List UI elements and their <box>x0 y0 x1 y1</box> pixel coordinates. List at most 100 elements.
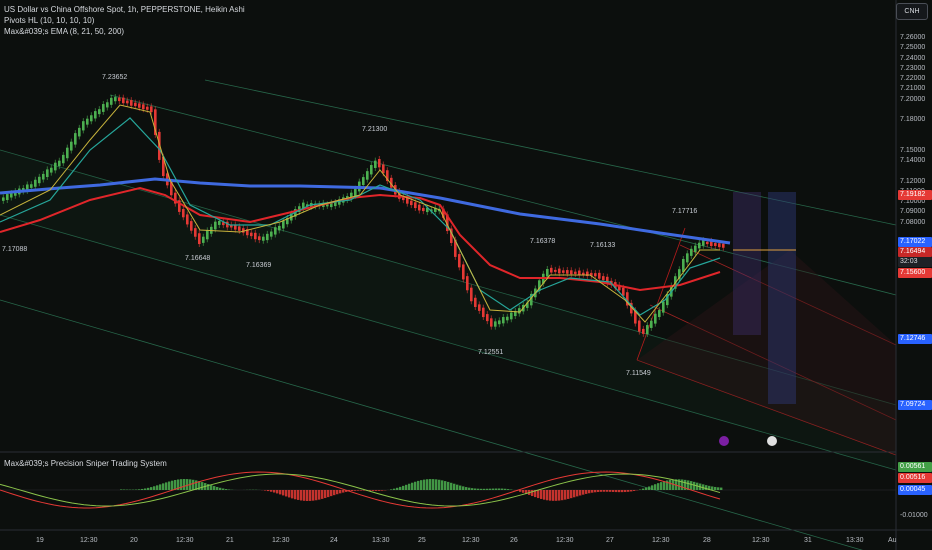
candle-body <box>86 118 89 125</box>
oscillator-bar <box>504 488 507 490</box>
oscillator-bar <box>279 490 282 495</box>
oscillator-bar <box>300 490 303 501</box>
oscillator-bar <box>153 486 156 490</box>
oscillator-bar <box>264 490 267 491</box>
time-axis-label: 13:30 <box>846 537 864 544</box>
oscillator-bar <box>564 490 567 500</box>
candle-body <box>518 308 521 314</box>
candle-body <box>602 276 605 281</box>
oscillator-axis-label: -0.01000 <box>900 512 928 519</box>
time-axis-label: 13:30 <box>372 537 390 544</box>
oscillator-bar <box>192 479 195 490</box>
currency-button[interactable]: CNH <box>896 3 928 20</box>
oscillator-bar <box>522 490 525 493</box>
oscillator-bar <box>120 489 123 490</box>
pivot-label: 7.21300 <box>362 126 388 133</box>
oscillator-bar <box>579 490 582 496</box>
candle-body <box>126 100 129 104</box>
oscillator-bar <box>480 488 483 490</box>
candle-body <box>46 169 49 178</box>
candle-body <box>250 232 253 237</box>
oscillator-bar <box>318 490 321 500</box>
time-axis-label: 20 <box>130 537 138 544</box>
oscillator-bar <box>282 490 285 496</box>
candle-body <box>354 188 357 196</box>
oscillator-bar <box>576 490 579 497</box>
candle-body <box>722 243 725 248</box>
candle-body <box>486 314 489 322</box>
candle-body <box>694 245 697 253</box>
oscillator-bar <box>378 490 381 491</box>
candle-body <box>622 287 625 296</box>
ema-indicator-legend[interactable]: Max&#039;s EMA (8, 21, 50, 200) <box>4 26 245 37</box>
oscillator-bar <box>561 490 564 501</box>
price-tag: 7.19182 <box>898 190 932 200</box>
time-axis-label: 12:30 <box>462 537 480 544</box>
oscillator-bar <box>471 488 474 490</box>
oscillator-bar <box>558 490 561 501</box>
oscillator-bar <box>267 490 270 492</box>
candle-body <box>54 162 57 171</box>
oscillator-bar <box>336 490 339 495</box>
pivots-indicator-legend[interactable]: Pivots HL (10, 10, 10, 10) <box>4 15 245 26</box>
price-tag: 32:03 <box>898 257 932 267</box>
oscillator-bar <box>477 488 480 490</box>
oscillator-tag: 0.00045 <box>898 485 932 495</box>
candle-body <box>554 269 557 272</box>
us-flag-event-icon <box>767 436 777 446</box>
oscillator-bar <box>291 490 294 499</box>
candle-body <box>422 207 425 212</box>
symbol-legend[interactable]: US Dollar vs China Offshore Spot, 1h, PE… <box>4 4 245 15</box>
oscillator-bar <box>654 484 657 490</box>
oscillator-bar <box>660 482 663 490</box>
oscillator-bar <box>648 486 651 490</box>
oscillator-bar <box>138 489 141 490</box>
candle-body <box>478 304 481 311</box>
candle-body <box>646 325 649 335</box>
oscillator-legend[interactable]: Max&#039;s Precision Sniper Trading Syst… <box>4 459 167 468</box>
oscillator-bar <box>342 490 345 493</box>
pivot-label: 7.11549 <box>626 370 651 377</box>
price-axis-label: 7.08000 <box>900 218 926 226</box>
oscillator-bar <box>429 479 432 490</box>
candle-body <box>482 307 485 318</box>
pivot-label: 7.16369 <box>246 262 272 269</box>
price-tag: 7.09724 <box>898 400 932 410</box>
oscillator-bar <box>168 481 171 490</box>
candle-body <box>362 177 365 186</box>
candle-body <box>198 233 201 245</box>
time-axis-label: 28 <box>703 537 711 544</box>
candle-body <box>642 328 645 334</box>
candle-body <box>114 97 117 102</box>
oscillator-bar <box>408 483 411 490</box>
oscillator-bar <box>633 490 636 491</box>
oscillator-bar <box>642 488 645 490</box>
oscillator-bar <box>201 482 204 490</box>
candle-body <box>566 270 569 274</box>
candle-body <box>414 202 417 209</box>
time-axis-label: Au <box>888 537 897 544</box>
oscillator-bar <box>402 485 405 490</box>
oscillator-bar <box>474 488 477 490</box>
candle-body <box>214 221 217 230</box>
oscillator-bar <box>621 490 624 493</box>
candle-body <box>462 264 465 280</box>
candle-body <box>30 184 33 188</box>
oscillator-bar <box>597 490 600 492</box>
candle-body <box>506 316 509 321</box>
oscillator-bar <box>450 482 453 490</box>
candle-body <box>238 226 241 231</box>
oscillator-bar <box>486 488 489 490</box>
oscillator-bar <box>651 485 654 490</box>
candle-body <box>502 317 505 324</box>
candle-body <box>194 228 197 237</box>
oscillator-bar <box>219 487 222 490</box>
price-axis-label: 7.22000 <box>900 75 926 82</box>
oscillator-bar <box>156 485 159 490</box>
oscillator-bar <box>459 485 462 490</box>
oscillator-bar <box>531 490 534 497</box>
time-axis-label: 12:30 <box>80 537 98 544</box>
candle-body <box>134 102 137 107</box>
candle-body <box>570 270 573 275</box>
oscillator-bar <box>303 490 306 501</box>
